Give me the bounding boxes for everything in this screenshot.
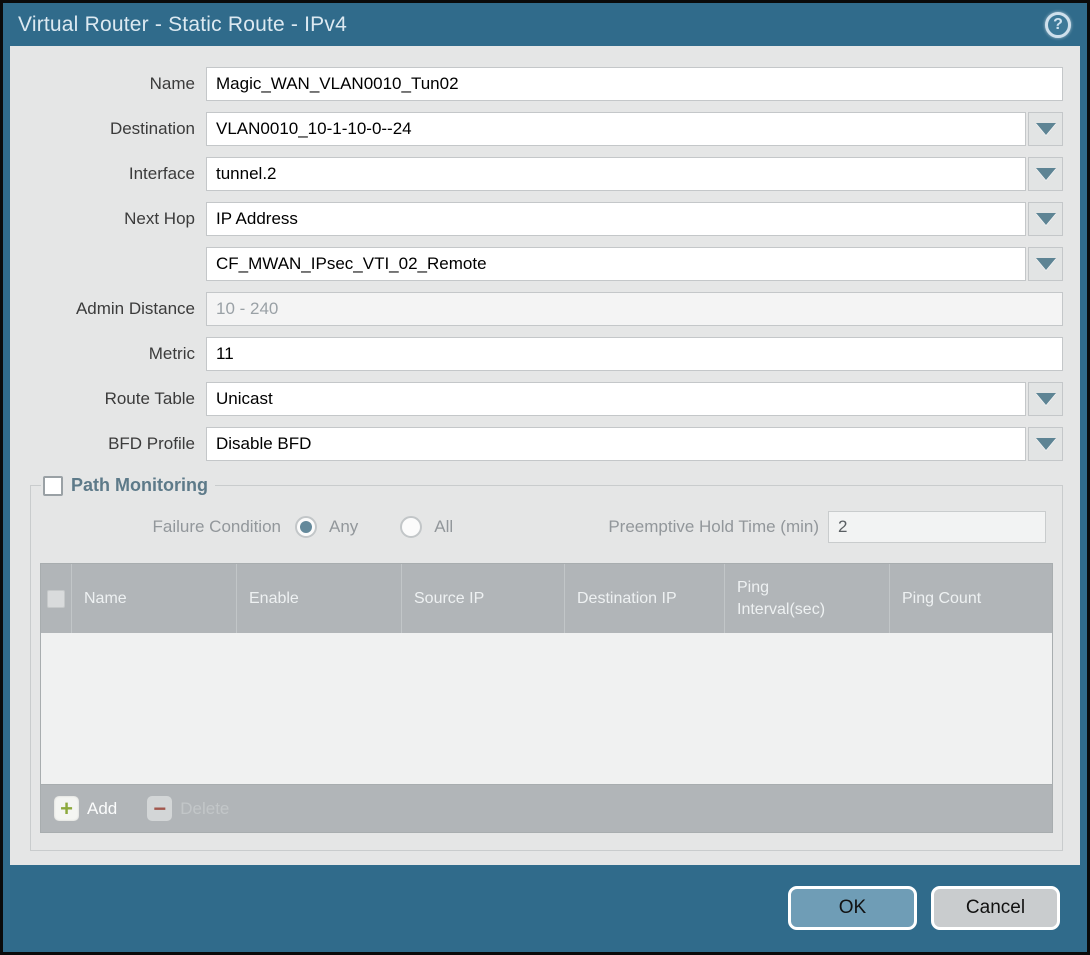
admin-distance-row: Admin Distance: [10, 292, 1063, 326]
failure-condition-row: Failure Condition Any All Preemptive Hol…: [40, 510, 1053, 544]
interface-label: Interface: [10, 164, 206, 184]
bfd-profile-row: BFD Profile: [10, 427, 1063, 461]
dialog-titlebar: Virtual Router - Static Route - IPv4 ?: [3, 3, 1087, 46]
next-hop-address-dropdown-button[interactable]: [1028, 247, 1063, 281]
route-table-label: Route Table: [10, 389, 206, 409]
next-hop-address-input[interactable]: [206, 247, 1026, 281]
chevron-down-icon: [1036, 438, 1056, 450]
destination-row: Destination: [10, 112, 1063, 146]
add-button[interactable]: + Add: [54, 796, 117, 821]
bfd-profile-dropdown-button[interactable]: [1028, 427, 1063, 461]
chevron-down-icon: [1036, 213, 1056, 225]
preemptive-hold-time-label: Preemptive Hold Time (min): [495, 517, 828, 537]
radio-unselected-icon: [400, 516, 422, 538]
path-monitoring-group: Path Monitoring Failure Condition Any Al…: [30, 475, 1063, 851]
table-header-ping-count[interactable]: Ping Count: [890, 564, 1052, 633]
dialog-body: Name Destination Interface: [10, 46, 1080, 865]
admin-distance-label: Admin Distance: [10, 299, 206, 319]
bfd-profile-label: BFD Profile: [10, 434, 206, 454]
route-table-dropdown-button[interactable]: [1028, 382, 1063, 416]
dialog-footer: OK Cancel: [788, 886, 1060, 930]
route-table-row: Route Table: [10, 382, 1063, 416]
failure-condition-all-option[interactable]: All: [400, 516, 453, 538]
select-all-checkbox[interactable]: [47, 590, 65, 608]
plus-icon: +: [54, 796, 79, 821]
path-monitoring-legend: Path Monitoring: [41, 475, 215, 496]
preemptive-hold-time-input[interactable]: [828, 511, 1046, 543]
next-hop-label: Next Hop: [10, 209, 206, 229]
table-body-empty[interactable]: [41, 633, 1052, 784]
table-footer-bar: + Add − Delete: [41, 784, 1052, 832]
name-row: Name: [10, 67, 1063, 101]
failure-condition-all-label: All: [434, 517, 453, 537]
next-hop-type-input[interactable]: [206, 202, 1026, 236]
chevron-down-icon: [1036, 168, 1056, 180]
radio-selected-icon: [295, 516, 317, 538]
delete-button[interactable]: − Delete: [147, 796, 229, 821]
table-header-enable[interactable]: Enable: [237, 564, 402, 633]
name-label: Name: [10, 74, 206, 94]
metric-row: Metric: [10, 337, 1063, 371]
failure-condition-label: Failure Condition: [40, 517, 295, 537]
interface-input[interactable]: [206, 157, 1026, 191]
delete-button-label: Delete: [180, 799, 229, 819]
failure-condition-any-label: Any: [329, 517, 358, 537]
path-monitoring-checkbox[interactable]: [43, 476, 63, 496]
next-hop-row: Next Hop: [10, 202, 1063, 236]
table-header-checkbox-cell: [41, 564, 72, 633]
destination-input[interactable]: [206, 112, 1026, 146]
path-monitoring-title: Path Monitoring: [71, 475, 208, 496]
metric-input[interactable]: [206, 337, 1063, 371]
table-header-name[interactable]: Name: [72, 564, 237, 633]
chevron-down-icon: [1036, 258, 1056, 270]
help-icon[interactable]: ?: [1045, 12, 1071, 38]
next-hop-address-row: [10, 247, 1063, 281]
bfd-profile-input[interactable]: [206, 427, 1026, 461]
metric-label: Metric: [10, 344, 206, 364]
dialog-title: Virtual Router - Static Route - IPv4: [18, 13, 347, 37]
add-button-label: Add: [87, 799, 117, 819]
cancel-button[interactable]: Cancel: [931, 886, 1060, 930]
next-hop-type-dropdown-button[interactable]: [1028, 202, 1063, 236]
ok-button[interactable]: OK: [788, 886, 917, 930]
interface-row: Interface: [10, 157, 1063, 191]
table-header-source-ip[interactable]: Source IP: [402, 564, 565, 633]
table-header-ping-interval[interactable]: Ping Interval(sec): [725, 564, 890, 633]
admin-distance-input[interactable]: [206, 292, 1063, 326]
name-input[interactable]: [206, 67, 1063, 101]
failure-condition-any-option[interactable]: Any: [295, 516, 358, 538]
table-header-destination-ip[interactable]: Destination IP: [565, 564, 725, 633]
table-header-row: Name Enable Source IP Destination IP Pin…: [41, 564, 1052, 633]
destination-dropdown-button[interactable]: [1028, 112, 1063, 146]
destination-label: Destination: [10, 119, 206, 139]
chevron-down-icon: [1036, 123, 1056, 135]
route-table-input[interactable]: [206, 382, 1026, 416]
path-monitoring-table: Name Enable Source IP Destination IP Pin…: [40, 563, 1053, 833]
minus-icon: −: [147, 796, 172, 821]
chevron-down-icon: [1036, 393, 1056, 405]
interface-dropdown-button[interactable]: [1028, 157, 1063, 191]
static-route-dialog: Virtual Router - Static Route - IPv4 ? N…: [0, 0, 1090, 955]
